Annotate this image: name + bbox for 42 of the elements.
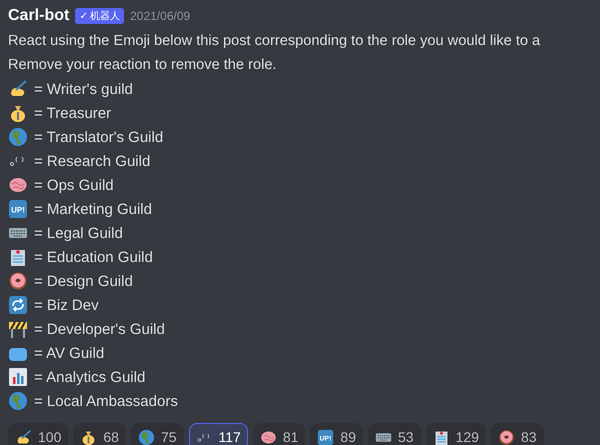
role-text: = Biz Dev: [34, 296, 99, 314]
role-text: = Local Ambassadors: [34, 392, 178, 410]
money-bag-icon: [8, 103, 28, 123]
money-bag-icon: [80, 428, 98, 445]
bar-chart-icon: [8, 367, 28, 387]
reaction-button[interactable]: 129: [426, 423, 486, 445]
repeat-arrows-icon: [8, 295, 28, 315]
message-text: Remove your reaction to remove the role.: [8, 56, 278, 75]
globe-icon: [8, 391, 28, 411]
reaction-button[interactable]: 68: [73, 423, 126, 445]
role-text: = Developer's Guild: [34, 320, 165, 338]
donut-icon: [8, 271, 28, 291]
timestamp: 2021/06/09: [130, 9, 190, 23]
globe-icon: [8, 127, 28, 147]
role-text: = Research Guild: [34, 152, 150, 170]
globe-icon: [138, 428, 155, 445]
role-text: = Treasurer: [34, 104, 112, 122]
barrier-icon: [8, 319, 28, 339]
role-text: = Education Guild: [34, 248, 153, 266]
role-text: = Translator's Guild: [34, 128, 164, 146]
author-name[interactable]: Carl-bot: [8, 7, 70, 25]
role-text: = Ops Guild: [34, 176, 114, 194]
role-text: = AV Guild: [34, 344, 104, 362]
role-text: = Marketing Guild: [34, 200, 152, 218]
bot-badge: ✓ 机器人: [75, 8, 124, 24]
brain-icon: [260, 428, 277, 445]
reaction-button[interactable]: 75: [130, 423, 184, 445]
role-text: = Analytics Guild: [34, 368, 146, 386]
writing-hand-icon: [15, 428, 32, 445]
role-text: = Writer's guild: [34, 80, 133, 98]
message-text: React using the Emoji below this post corresponding to the role you would like to a: [8, 32, 542, 51]
brain-icon: [8, 175, 28, 195]
role-text: = Legal Guild: [34, 224, 123, 242]
reaction-button[interactable]: 81: [252, 423, 306, 445]
reaction-button[interactable]: 83: [490, 423, 544, 445]
writing-hand-icon: [8, 79, 28, 99]
up-sign-icon: UP!: [8, 199, 28, 219]
reaction-button[interactable]: 117: [188, 423, 248, 445]
donut-icon: [498, 428, 515, 445]
reaction-button[interactable]: 53: [368, 423, 421, 445]
role-text: = Design Guild: [34, 272, 133, 290]
reaction-button[interactable]: 100: [8, 423, 68, 445]
